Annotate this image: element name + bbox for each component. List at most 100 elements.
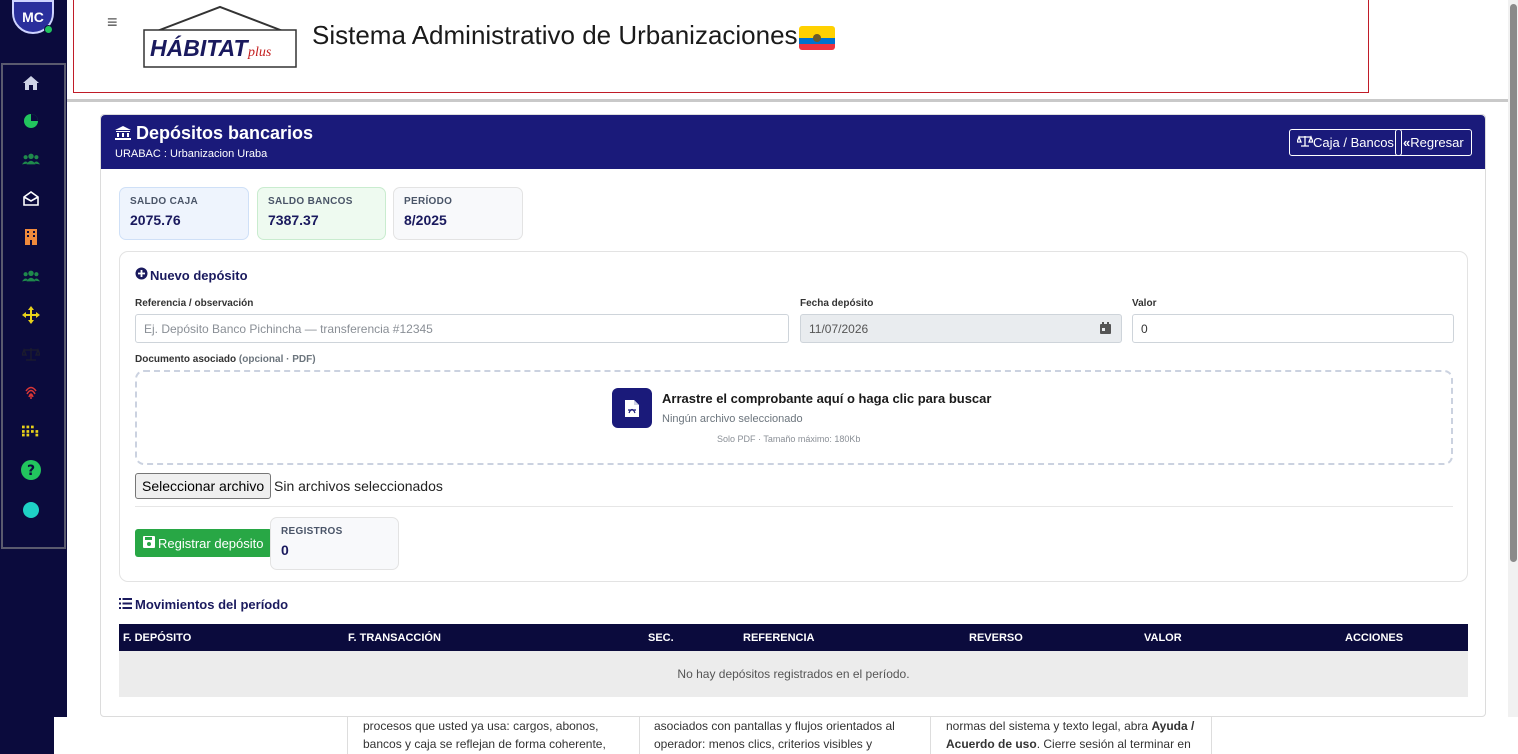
saldo-caja-label: SALDO CAJA — [130, 196, 199, 207]
col-referencia[interactable]: REFERENCIA — [743, 632, 815, 644]
select-file-button[interactable]: Seleccionar archivo — [135, 473, 272, 499]
footer-col3-line2: Acuerdo de uso. Cierre sesión al termina… — [946, 735, 1194, 753]
footer-divider — [347, 717, 348, 754]
home-icon[interactable] — [22, 74, 40, 92]
saldo-bancos-label: SALDO BANCOS — [268, 196, 353, 207]
documento-hint: (opcional · PDF) — [238, 354, 316, 365]
col-sec[interactable]: SEC. — [648, 632, 674, 644]
saldo-bancos-value: 7387.37 — [268, 212, 319, 228]
app-title: Sistema Administrativo de Urbanizaciones — [312, 20, 798, 50]
periodo-label: PERÍODO — [404, 196, 453, 207]
regresar-label: Regresar — [1410, 135, 1464, 150]
footer-divider — [639, 717, 640, 754]
new-deposit-title-text: Nuevo depósito — [150, 267, 248, 283]
col-reverso[interactable]: REVERSO — [969, 632, 1023, 644]
registros-card: REGISTROS 0 — [270, 517, 399, 570]
periodo-card: PERÍODO 8/2025 — [393, 187, 523, 240]
page-title-text: Depósitos bancarios — [136, 123, 314, 143]
avatar-initials: MC — [22, 9, 44, 25]
form-divider — [135, 506, 1453, 507]
page-subtitle: URABAC : Urbanizacion Uraba — [115, 148, 268, 160]
svg-text:?: ? — [27, 463, 35, 479]
sidebar-bottom — [0, 717, 54, 754]
footer-col1-line2: bancos y caja se reflejan de forma coher… — [363, 737, 606, 751]
empty-table-message: No hay depósitos registrados en el perío… — [119, 651, 1468, 697]
help-icon[interactable]: ? — [20, 459, 42, 481]
register-deposit-label: Registrar depósito — [158, 535, 264, 551]
col-acciones[interactable]: ACCIONES — [1345, 632, 1403, 644]
fecha-value: 11/07/2026 — [809, 322, 869, 336]
page-title: Depósitos bancarios — [115, 123, 313, 144]
pie-chart-icon[interactable] — [22, 112, 40, 130]
arrows-icon[interactable] — [22, 306, 40, 324]
sidebar: MC ? — [0, 0, 67, 717]
caja-bancos-label: Caja / Bancos — [1313, 135, 1394, 150]
footer-col2-line2: operador: menos clics, criterios visible… — [654, 737, 873, 751]
valor-label: Valor — [1132, 298, 1157, 309]
registros-label: REGISTROS — [281, 526, 343, 537]
deposits-card: Depósitos bancarios URABAC : Urbanizacio… — [100, 114, 1486, 717]
fingerprint-icon[interactable] — [22, 383, 40, 401]
movements-table-header: F. DEPÓSITO F. TRANSACCIÓN SEC. REFERENC… — [119, 624, 1468, 651]
referencia-placeholder: Ej. Depósito Banco Pichincha — transfere… — [144, 322, 433, 336]
new-deposit-form: Nuevo depósito Referencia / observación … — [119, 251, 1468, 582]
scale-icon[interactable] — [22, 345, 40, 363]
footer-col3-line1: normas del sistema y texto legal, abra A… — [946, 717, 1194, 735]
documento-label: Documento asociado (opcional · PDF) — [135, 354, 316, 365]
usage-agreement-link[interactable]: Acuerdo de uso — [946, 737, 1037, 751]
movimientos-title: Movimientos del período — [119, 597, 288, 612]
footer-col2-line1: asociados con pantallas y flujos orienta… — [654, 719, 895, 733]
footer-col-3: normas del sistema y texto legal, abra A… — [946, 717, 1194, 753]
movimientos-title-text: Movimientos del período — [135, 597, 289, 612]
users-icon[interactable] — [22, 150, 40, 168]
footer-col-1: procesos que usted ya usa: cargos, abono… — [363, 717, 606, 753]
plus-circle-icon — [135, 267, 148, 283]
hamburger-menu-icon[interactable]: ≡ — [107, 12, 118, 33]
documento-label-text: Documento asociado — [135, 354, 237, 365]
bank-icon — [115, 123, 136, 143]
sidebar-menu: ? — [1, 63, 66, 549]
card-header: Depósitos bancarios URABAC : Urbanizacio… — [101, 115, 1485, 169]
calendar-icon[interactable] — [1100, 322, 1111, 337]
col-fecha-transaccion[interactable]: F. TRANSACCIÓN — [348, 632, 441, 644]
caja-bancos-button[interactable]: Caja / Bancos — [1289, 129, 1402, 156]
referencia-input[interactable]: Ej. Depósito Banco Pichincha — transfere… — [135, 314, 789, 343]
save-icon — [143, 535, 155, 551]
referencia-label: Referencia / observación — [135, 298, 254, 309]
envelope-open-icon[interactable] — [22, 189, 40, 207]
col-valor[interactable]: VALOR — [1144, 632, 1182, 644]
svg-text:plus: plus — [247, 45, 272, 60]
header-divider — [67, 99, 1508, 102]
registros-value: 0 — [281, 542, 289, 558]
users-icon[interactable] — [22, 267, 40, 285]
svg-text:HÁBITAT: HÁBITAT — [150, 34, 249, 61]
footer-divider — [1211, 717, 1212, 754]
register-deposit-button[interactable]: Registrar depósito — [135, 529, 272, 557]
file-status: Sin archivos seleccionados — [274, 478, 443, 494]
file-dropzone[interactable]: Arrastre el comprobante aquí o haga clic… — [135, 370, 1453, 465]
help-link[interactable]: Ayuda / — [1151, 719, 1194, 733]
ecuador-flag-icon — [799, 26, 835, 50]
circle-icon[interactable] — [22, 501, 40, 519]
fecha-label: Fecha depósito — [800, 298, 874, 309]
col-fecha-deposito[interactable]: F. DEPÓSITO — [123, 632, 191, 644]
double-chevron-left-icon: « — [1403, 135, 1411, 150]
saldo-bancos-card: SALDO BANCOS 7387.37 — [257, 187, 386, 240]
habitat-plus-logo: HÁBITAT plus — [136, 4, 304, 70]
regresar-button[interactable]: « Regresar — [1395, 129, 1472, 156]
footer-divider — [930, 717, 931, 754]
online-status-dot — [44, 25, 53, 34]
valor-value: 0 — [1141, 322, 1148, 336]
saldo-caja-card: SALDO CAJA 2075.76 — [119, 187, 249, 240]
fecha-input[interactable]: 11/07/2026 — [800, 314, 1122, 343]
new-deposit-title: Nuevo depósito — [135, 267, 248, 283]
footer-col-2: asociados con pantallas y flujos orienta… — [654, 717, 895, 753]
valor-input[interactable]: 0 — [1132, 314, 1454, 343]
grid-dots-icon[interactable] — [22, 422, 40, 440]
periodo-value: 8/2025 — [404, 212, 447, 228]
building-icon[interactable] — [22, 228, 40, 246]
footer-col1-line1: procesos que usted ya usa: cargos, abono… — [363, 719, 599, 733]
list-icon — [119, 597, 132, 612]
scrollbar-thumb[interactable] — [1510, 4, 1517, 562]
drop-note: Solo PDF · Tamaño máximo: 180Kb — [717, 434, 861, 444]
